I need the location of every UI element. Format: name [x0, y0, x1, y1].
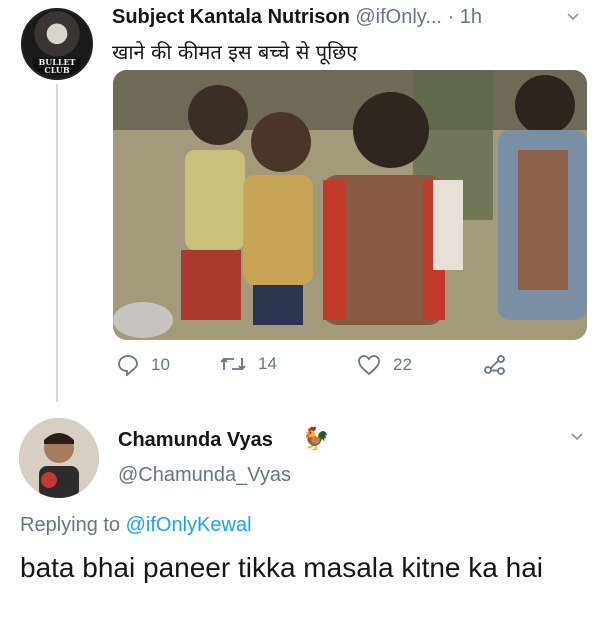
retweet-count: 14: [258, 354, 277, 373]
display-name[interactable]: Chamunda Vyas: [118, 429, 273, 452]
share-icon: [484, 355, 505, 375]
retweet-icon: [220, 357, 246, 371]
avatar[interactable]: [19, 418, 99, 498]
original-tweet: BULLET CLUB Subject Kantala Nutrison @ifO…: [0, 0, 596, 402]
user-handle[interactable]: @ifOnly...: [355, 6, 442, 28]
tweet-text: खाने की कीमत इस बच्चे से पूछिए: [112, 40, 358, 64]
replying-handle-link[interactable]: @ifOnlyKewal: [126, 514, 252, 536]
reply-button[interactable]: 10: [117, 354, 170, 376]
thread-line: [56, 84, 58, 402]
reply-count: 10: [151, 355, 170, 374]
rooster-emoji: 🐓: [302, 426, 330, 451]
retweet-button[interactable]: 14: [220, 354, 277, 374]
reply-text: bata bhai paneer tikka masala kitne ka h…: [20, 552, 543, 583]
tweet-header: Subject Kantala Nutrison @ifOnly... · 1h: [112, 6, 482, 29]
like-count: 22: [393, 355, 412, 374]
like-button[interactable]: 22: [357, 354, 412, 376]
chevron-down-icon[interactable]: [566, 10, 580, 24]
reply-icon: [118, 355, 138, 376]
replying-label: Replying to: [20, 514, 121, 536]
user-handle[interactable]: @Chamunda_Vyas: [118, 464, 291, 487]
like-icon: [358, 355, 380, 376]
reply-tweet: Chamunda Vyas 🐓 @Chamunda_Vyas Replying …: [0, 404, 596, 635]
replying-to: Replying to @ifOnlyKewal: [20, 514, 252, 537]
chevron-down-icon[interactable]: [570, 430, 584, 444]
person-avatar-illustration: [19, 418, 99, 498]
avatar-badge: BULLET CLUB: [33, 58, 81, 74]
tweet-photo[interactable]: [113, 70, 587, 340]
children-photo-illustration: [113, 70, 587, 340]
timestamp[interactable]: · 1h: [448, 6, 482, 28]
avatar[interactable]: BULLET CLUB: [21, 8, 93, 80]
display-name[interactable]: Subject Kantala Nutrison: [112, 6, 350, 28]
share-button[interactable]: [483, 354, 519, 376]
tweet-actions: 10 14 22: [113, 354, 533, 384]
